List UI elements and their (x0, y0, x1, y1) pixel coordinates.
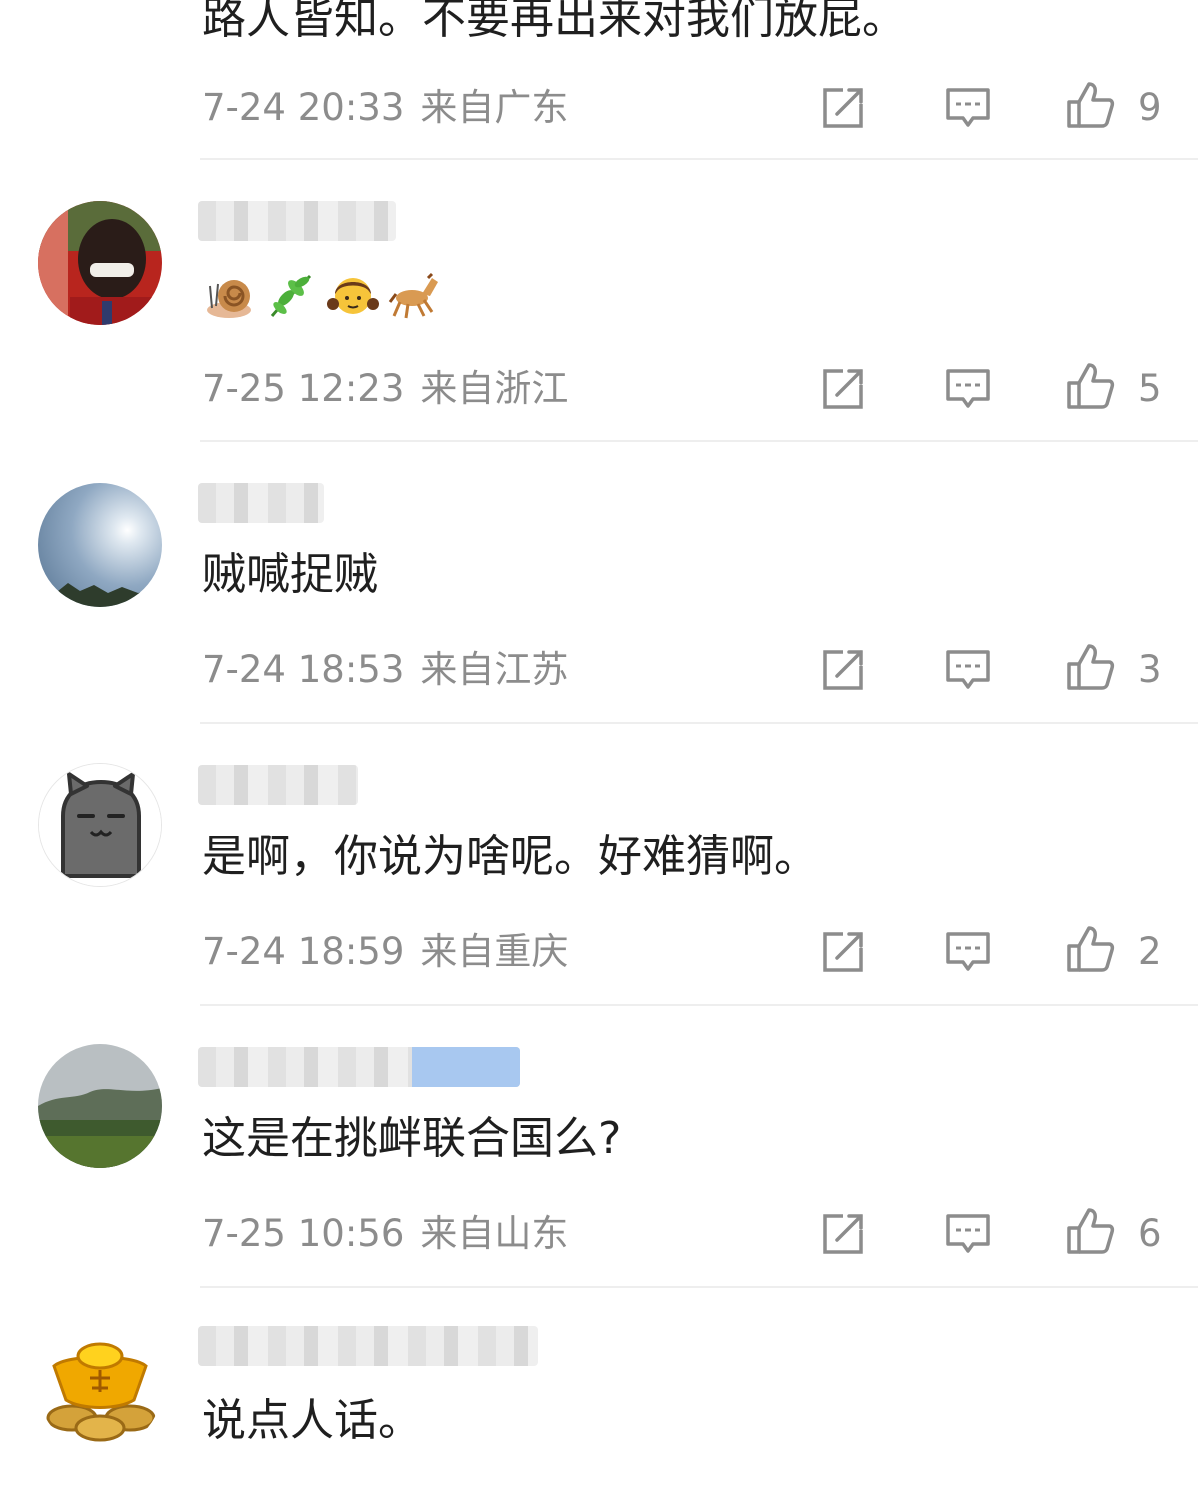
username[interactable] (198, 1047, 520, 1087)
like-count: 6 (1138, 1212, 1162, 1255)
comment-location: 来自江苏 (420, 648, 569, 691)
like-count: 9 (1138, 86, 1162, 129)
comment-item: 这是在挑衅联合国么? 7-25 10:56 来自山东 6 (0, 1006, 1198, 1288)
share-button[interactable] (819, 363, 869, 413)
reply-icon (946, 88, 990, 127)
like-button[interactable] (1065, 1206, 1115, 1256)
comment-location: 来自山东 (420, 1212, 569, 1255)
comment-location: 来自重庆 (420, 930, 569, 973)
comment-time: 7-24 18:59 (202, 930, 405, 973)
avatar-image (39, 764, 161, 886)
comment-text: 这是在挑衅联合国么? (202, 1113, 622, 1164)
share-icon (823, 930, 865, 972)
comment-emojis (202, 268, 442, 322)
avatar-image (38, 1326, 162, 1450)
username[interactable] (198, 1326, 538, 1366)
avatar[interactable] (38, 1326, 162, 1450)
comment-text: 说点人话。 (202, 1395, 422, 1446)
reply-icon (946, 1214, 990, 1253)
thumbs-up-icon (1067, 1208, 1115, 1254)
like-count: 3 (1138, 648, 1162, 691)
comment-time: 7-25 10:56 (202, 1212, 405, 1255)
avatar[interactable] (38, 201, 162, 325)
avatar[interactable] (38, 1044, 162, 1168)
comment-item: 路人皆知。不要再出来对我们放屁。 7-24 20:33 来自广东 9 (0, 0, 1198, 160)
avatar[interactable] (38, 483, 162, 607)
comment-item: 是啊，你说为啥呢。好难猜啊。 7-24 18:59 来自重庆 2 (0, 724, 1198, 1006)
share-button[interactable] (819, 644, 869, 694)
username[interactable] (198, 765, 358, 805)
username[interactable] (198, 483, 324, 523)
reply-button[interactable] (943, 644, 993, 694)
share-icon (823, 648, 865, 690)
thumbs-up-icon (1067, 363, 1115, 409)
avatar-image (38, 1044, 162, 1168)
reply-icon (946, 932, 990, 971)
reply-icon (946, 369, 990, 408)
share-button[interactable] (819, 926, 869, 976)
comment-item: 贼喊捉贼 7-24 18:53 来自江苏 3 (0, 442, 1198, 724)
like-button[interactable] (1065, 642, 1115, 692)
comment-feed: 路人皆知。不要再出来对我们放屁。 7-24 20:33 来自广东 9 7-25 … (0, 0, 1198, 1506)
comment-time: 7-24 18:53 (202, 648, 405, 691)
herb-emoji (270, 274, 312, 317)
comment-time: 7-24 20:33 (202, 86, 405, 129)
avatar-image (38, 483, 162, 607)
thumbs-up-icon (1067, 926, 1115, 972)
username[interactable] (198, 201, 396, 241)
comment-location: 来自浙江 (420, 367, 569, 410)
reply-button[interactable] (943, 926, 993, 976)
comment-meta: 7-25 10:56 来自山东 (202, 1212, 568, 1256)
comment-time: 7-25 12:23 (202, 367, 405, 410)
reply-icon (946, 650, 990, 689)
comment-text: 路人皆知。不要再出来对我们放屁。 (202, 0, 906, 44)
comment-meta: 7-25 12:23 来自浙江 (202, 367, 568, 411)
reply-button[interactable] (943, 1208, 993, 1258)
comment-meta: 7-24 20:33 来自广东 (202, 86, 568, 130)
like-count: 2 (1138, 930, 1162, 973)
thumbs-up-icon (1067, 644, 1115, 690)
like-button[interactable] (1065, 80, 1115, 130)
comment-meta: 7-24 18:59 来自重庆 (202, 930, 568, 974)
horse-emoji (388, 272, 438, 319)
thumbs-up-icon (1067, 82, 1115, 128)
comment-item: 说点人话。 (0, 1288, 1198, 1506)
share-icon (823, 367, 865, 409)
like-count: 5 (1138, 367, 1162, 410)
like-button[interactable] (1065, 924, 1115, 974)
comment-location: 来自广东 (420, 86, 569, 129)
comment-meta: 7-24 18:53 来自江苏 (202, 648, 568, 692)
snail-emoji (207, 280, 251, 318)
girl-emoji (327, 278, 379, 314)
share-icon (823, 86, 865, 128)
comment-text: 是啊，你说为啥呢。好难猜啊。 (202, 831, 818, 882)
avatar-image (38, 201, 162, 325)
comment-text: 贼喊捉贼 (202, 549, 378, 600)
comment-item: 7-25 12:23 来自浙江 5 (0, 160, 1198, 442)
reply-button[interactable] (943, 363, 993, 413)
share-button[interactable] (819, 1208, 869, 1258)
share-icon (823, 1212, 865, 1254)
share-button[interactable] (819, 82, 869, 132)
like-button[interactable] (1065, 361, 1115, 411)
reply-button[interactable] (943, 82, 993, 132)
avatar[interactable] (38, 763, 162, 887)
